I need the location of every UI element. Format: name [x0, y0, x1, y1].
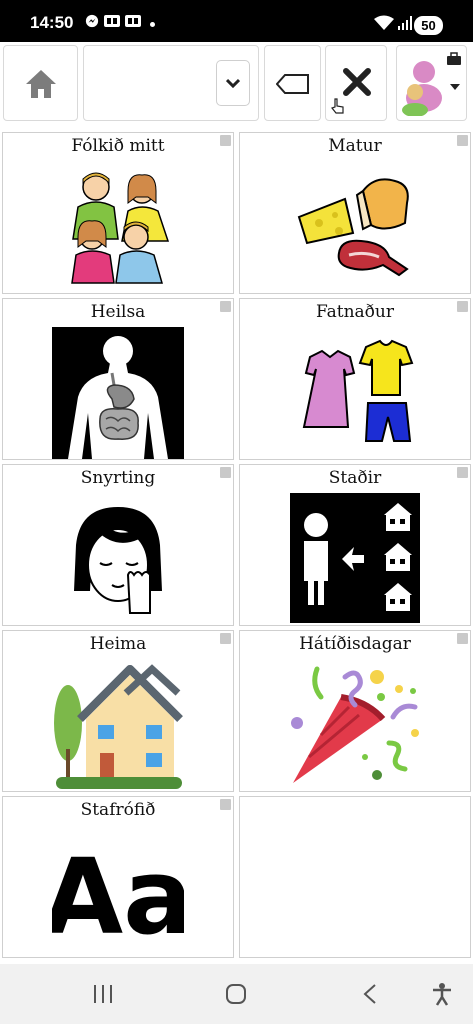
tile-hatidisdagar[interactable]: Hátíðisdagar	[239, 630, 471, 792]
clear-button[interactable]	[325, 45, 387, 121]
places-icon	[290, 493, 420, 623]
tag-icon	[276, 74, 309, 94]
tile-label: Snyrting	[80, 468, 156, 488]
wifi-icon	[374, 15, 394, 30]
touch-hand-icon	[331, 98, 344, 114]
tile-label: Hátíðisdagar	[299, 634, 411, 654]
users-icon	[402, 61, 442, 116]
briefcase-icon	[447, 52, 461, 65]
tile-label: Stafrófið	[80, 800, 156, 820]
tile-label: Fatnaður	[315, 302, 394, 322]
tile-label: Staðir	[328, 468, 382, 488]
food-icon	[297, 178, 409, 277]
clothes-icon	[302, 339, 414, 442]
status-time: 14:50	[30, 13, 74, 32]
tile-heilsa[interactable]: Heilsa	[2, 298, 234, 460]
tile-matur[interactable]: Matur	[239, 132, 471, 294]
tile-label: Heima	[89, 634, 147, 654]
recent-apps-icon[interactable]	[92, 983, 114, 1005]
chevron-down-icon	[226, 78, 240, 88]
grooming-face-icon	[74, 507, 162, 614]
back-icon[interactable]	[362, 983, 378, 1005]
tile-empty[interactable]	[239, 796, 471, 958]
alphabet-icon: Aa	[52, 841, 184, 941]
body-organs-icon	[52, 327, 184, 459]
system-navigation-bar	[0, 964, 473, 1024]
sentence-input[interactable]	[83, 45, 259, 121]
status-bar: 14:50 50	[0, 0, 473, 42]
alphabet-glyph: Aa	[52, 841, 184, 941]
party-popper-icon	[291, 666, 419, 783]
tile-label: Fólkið mitt	[71, 136, 165, 156]
signal-icon	[398, 16, 412, 30]
notification-icon	[125, 15, 141, 27]
messenger-icon	[85, 14, 99, 28]
home-nav-icon[interactable]	[224, 982, 248, 1006]
toolbar	[0, 42, 473, 126]
close-icon	[343, 68, 371, 96]
tile-fatnadur[interactable]: Fatnaður	[239, 298, 471, 460]
tile-folkid-mitt[interactable]: Fólkið mitt	[2, 132, 234, 294]
notification-icon	[104, 15, 120, 27]
tile-heima[interactable]: Heima	[2, 630, 234, 792]
tile-label: Heilsa	[90, 302, 146, 322]
tile-stadir[interactable]: Staðir	[239, 464, 471, 626]
dropdown-button[interactable]	[216, 60, 250, 106]
user-menu-button[interactable]	[396, 45, 467, 121]
tile-label: Matur	[328, 136, 382, 156]
home-button[interactable]	[3, 45, 78, 121]
accessibility-icon[interactable]	[431, 982, 453, 1006]
tile-stafrofid[interactable]: Stafrófið Aa	[2, 796, 234, 958]
battery-indicator: 50	[414, 16, 443, 35]
more-notifications-dot	[150, 22, 155, 27]
home-icon	[26, 70, 56, 98]
house-icon	[54, 664, 183, 789]
caret-down-icon	[450, 84, 460, 90]
family-icon	[71, 172, 170, 284]
tile-snyrting[interactable]: Snyrting	[2, 464, 234, 626]
tag-button[interactable]	[264, 45, 321, 121]
